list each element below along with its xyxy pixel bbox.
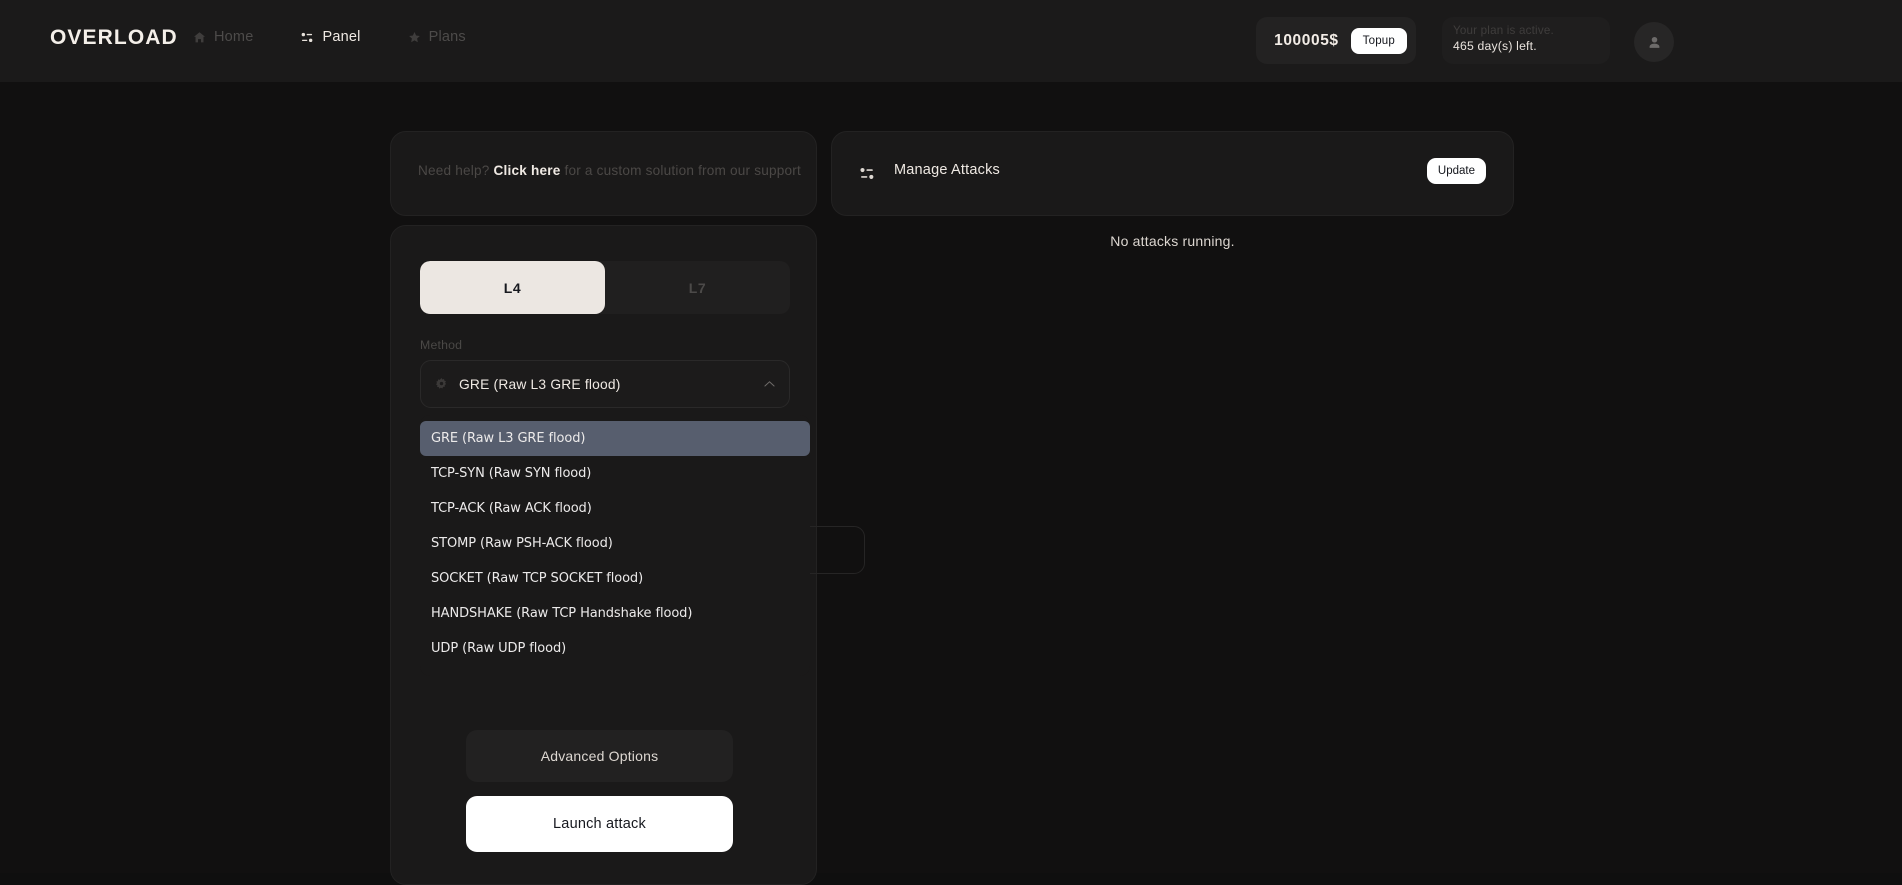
attack-launcher-card: L4 L7 Method GRE (Raw L3 GRE flood) GRE …: [390, 225, 817, 885]
gear-icon: [435, 378, 448, 391]
help-suffix: for a custom solution from our support: [561, 163, 802, 178]
balance-amount: 100005$: [1274, 32, 1339, 50]
support-help-card: Need help? Click here for a custom solut…: [390, 131, 817, 216]
plan-status-text: Your plan is active.: [1453, 23, 1610, 38]
help-prefix: Need help?: [418, 163, 494, 178]
advanced-options-button[interactable]: Advanced Options: [466, 730, 733, 782]
layer-tabs: L4 L7: [420, 261, 790, 314]
nav-item-panel-label: Panel: [322, 29, 360, 45]
launch-attack-button[interactable]: Launch attack: [466, 796, 733, 852]
brand-logo[interactable]: OVERLOAD: [50, 26, 178, 50]
help-text: Need help? Click here for a custom solut…: [418, 163, 801, 178]
method-option-handshake[interactable]: HANDSHAKE (Raw TCP Handshake flood): [420, 596, 810, 631]
star-icon: [408, 31, 421, 44]
help-click-here-link[interactable]: Click here: [494, 163, 561, 178]
nav-item-plans-label: Plans: [429, 29, 466, 45]
tab-l7[interactable]: L7: [605, 261, 790, 314]
sliders-icon: [300, 31, 314, 44]
no-attacks-status: No attacks running.: [831, 233, 1514, 249]
user-avatar-icon: [1646, 34, 1663, 51]
plan-status-box: Your plan is active. 465 day(s) left.: [1442, 17, 1610, 64]
nav-item-plans[interactable]: Plans: [408, 29, 466, 45]
nav-item-home[interactable]: Home: [193, 29, 253, 45]
method-select-trigger[interactable]: GRE (Raw L3 GRE flood): [420, 360, 790, 408]
home-icon: [193, 31, 206, 44]
sliders-icon: [859, 166, 875, 186]
method-option-tcp-syn[interactable]: TCP-SYN (Raw SYN flood): [420, 456, 810, 491]
method-selected-value: GRE (Raw L3 GRE flood): [459, 377, 764, 392]
method-label: Method: [420, 338, 462, 352]
method-option-stomp[interactable]: STOMP (Raw PSH-ACK flood): [420, 526, 810, 561]
manage-attacks-card: Manage Attacks Update: [831, 131, 1514, 216]
nav-item-panel[interactable]: Panel: [300, 29, 360, 45]
page-body: Need help? Click here for a custom solut…: [0, 82, 1902, 873]
avatar[interactable]: [1634, 22, 1674, 62]
manage-attacks-title: Manage Attacks: [894, 162, 1000, 178]
app-header: OVERLOAD Home Panel Plans: [0, 0, 1902, 82]
method-dropdown-menu: GRE (Raw L3 GRE flood) TCP-SYN (Raw SYN …: [420, 415, 810, 676]
method-option-tcp-ack[interactable]: TCP-ACK (Raw ACK flood): [420, 491, 810, 526]
method-option-socket[interactable]: SOCKET (Raw TCP SOCKET flood): [420, 561, 810, 596]
tab-l4[interactable]: L4: [420, 261, 605, 314]
topup-button[interactable]: Topup: [1351, 28, 1407, 54]
nav-item-home-label: Home: [214, 29, 253, 45]
plan-days-left: 465 day(s) left.: [1453, 38, 1610, 54]
method-option-udp[interactable]: UDP (Raw UDP flood): [420, 631, 810, 666]
update-button[interactable]: Update: [1427, 158, 1486, 184]
method-option-gre[interactable]: GRE (Raw L3 GRE flood): [420, 421, 810, 456]
main-nav: Home Panel Plans: [193, 29, 466, 45]
chevron-up-icon: [764, 380, 775, 388]
balance-pill: 100005$ Topup: [1256, 17, 1416, 64]
